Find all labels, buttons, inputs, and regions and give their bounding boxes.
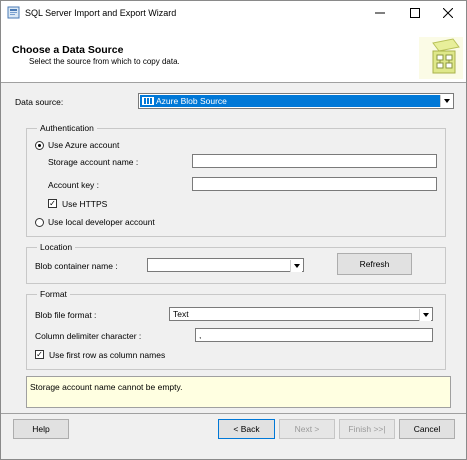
authentication-group: Authentication Use Azure account Storage… <box>26 123 446 237</box>
refresh-button[interactable]: Refresh <box>337 253 412 275</box>
minimize-icon <box>375 12 385 14</box>
validation-message: Storage account name cannot be empty. <box>26 376 451 408</box>
column-delimiter-label: Column delimiter character : <box>35 331 142 341</box>
wizard-header: Choose a Data Source Select the source f… <box>1 25 466 83</box>
page-title: Choose a Data Source <box>12 44 124 56</box>
footer-divider <box>1 413 466 414</box>
close-button[interactable] <box>430 1 466 25</box>
blob-file-format-label: Blob file format : <box>35 310 97 320</box>
data-source-dropdown-button[interactable] <box>440 95 452 107</box>
use-https-checkbox[interactable]: ✓ <box>48 199 57 208</box>
blob-file-format-value: Text <box>173 309 189 319</box>
wizard-window: SQL Server Import and Export Wizard Choo… <box>0 0 467 460</box>
format-legend: Format <box>37 289 70 299</box>
blob-file-format-combobox[interactable]: Text <box>169 307 433 321</box>
data-source-label: Data source: <box>15 97 64 107</box>
back-button[interactable]: < Back <box>218 419 275 439</box>
authentication-legend: Authentication <box>37 123 97 133</box>
window-title: SQL Server Import and Export Wizard <box>25 8 177 18</box>
location-group: Location Blob container name : Refresh <box>26 242 446 284</box>
use-local-radio[interactable] <box>35 218 44 227</box>
use-azure-label[interactable]: Use Azure account <box>48 140 119 150</box>
help-button[interactable]: Help <box>13 419 69 439</box>
grid-table-icon <box>142 97 154 105</box>
finish-button[interactable]: Finish >>| <box>339 419 395 439</box>
chevron-down-icon <box>293 264 300 268</box>
wizard-banner-icon <box>419 37 463 79</box>
account-key-input[interactable] <box>192 177 437 191</box>
blob-file-format-dropdown-button[interactable] <box>419 309 431 321</box>
maximize-icon <box>410 8 420 18</box>
first-row-column-names-label[interactable]: Use first row as column names <box>49 350 165 360</box>
wizard-app-icon <box>7 6 20 19</box>
location-legend: Location <box>37 242 76 252</box>
minimize-button[interactable] <box>362 1 398 25</box>
use-https-label[interactable]: Use HTTPS <box>62 199 107 209</box>
title-bar: SQL Server Import and Export Wizard <box>1 1 466 25</box>
chevron-down-icon <box>422 313 429 317</box>
maximize-button[interactable] <box>397 1 433 25</box>
data-source-combobox[interactable]: Azure Blob Source <box>138 93 454 109</box>
format-group: Format Blob file format : Text Column de… <box>26 289 446 370</box>
use-azure-radio[interactable] <box>35 141 44 150</box>
data-source-selected: Azure Blob Source <box>140 95 440 107</box>
column-delimiter-input[interactable]: , <box>195 328 433 342</box>
cancel-button[interactable]: Cancel <box>399 419 455 439</box>
chevron-down-icon <box>443 99 450 103</box>
data-source-selected-text: Azure Blob Source <box>156 96 227 106</box>
first-row-column-names-checkbox[interactable]: ✓ <box>35 350 44 359</box>
blob-container-dropdown-button[interactable] <box>290 260 302 272</box>
close-icon <box>443 8 453 18</box>
page-subtitle: Select the source from which to copy dat… <box>29 57 180 66</box>
account-key-label: Account key : <box>48 180 100 190</box>
next-button[interactable]: Next > <box>279 419 335 439</box>
use-local-label[interactable]: Use local developer account <box>48 217 155 227</box>
blob-container-label: Blob container name : <box>35 261 118 271</box>
storage-account-input[interactable] <box>192 154 437 168</box>
blob-container-combobox[interactable] <box>147 258 304 272</box>
storage-account-label: Storage account name : <box>48 157 139 167</box>
